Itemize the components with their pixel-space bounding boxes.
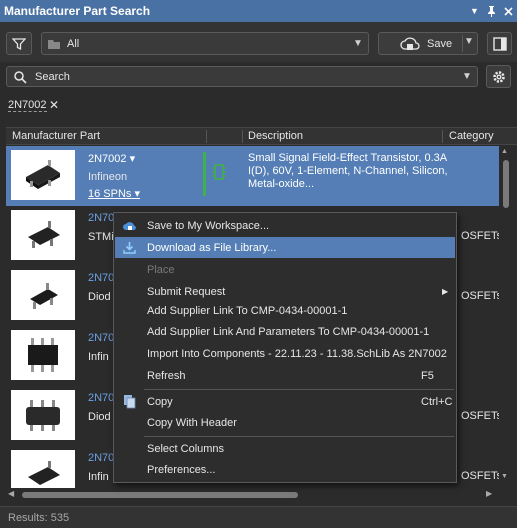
filter-tag-bar: 2N7002 ✕ bbox=[0, 96, 517, 116]
scroll-thumb[interactable] bbox=[22, 492, 298, 498]
part-number[interactable]: 2N70 bbox=[88, 272, 114, 284]
scroll-thumb[interactable] bbox=[503, 160, 509, 208]
column-manufacturer-part[interactable]: Manufacturer Part bbox=[12, 130, 100, 142]
workspace-cloud-icon bbox=[123, 222, 136, 230]
part-thumbnail bbox=[11, 150, 75, 200]
part-category: OSFETs bbox=[461, 230, 499, 242]
menu-item-copy-with-header[interactable]: Copy With Header bbox=[115, 412, 455, 433]
menu-separator bbox=[144, 389, 454, 390]
part-number[interactable]: 2N70 bbox=[88, 452, 114, 464]
part-category: OSFETs bbox=[461, 470, 499, 482]
shortcut-label: Ctrl+C bbox=[421, 395, 453, 408]
remove-tag-icon[interactable]: ✕ bbox=[49, 98, 59, 112]
part-category: OSFETs bbox=[461, 290, 499, 302]
toolbar: All ▼ Save ▼ bbox=[0, 22, 517, 62]
menu-item-place: Place bbox=[147, 263, 175, 276]
column-category[interactable]: Category bbox=[449, 130, 494, 142]
spn-count[interactable]: 16 SPNs ▾ bbox=[88, 187, 140, 200]
close-icon[interactable] bbox=[500, 0, 517, 22]
menu-item-preferences[interactable]: Preferences... bbox=[115, 459, 455, 480]
shortcut-label: F5 bbox=[421, 369, 434, 382]
menu-item-submit-request[interactable]: Submit Request ▶ bbox=[115, 281, 455, 302]
pin-icon[interactable] bbox=[483, 0, 500, 22]
settings-button[interactable] bbox=[486, 65, 511, 88]
menu-item-refresh[interactable]: Refresh F5 bbox=[115, 365, 455, 386]
manufacturer: Diod bbox=[88, 411, 111, 423]
menu-item-add-supplier-link[interactable]: Add Supplier Link To CMP-0434-00001-1 bbox=[115, 300, 455, 321]
part-thumbnail bbox=[11, 330, 75, 380]
part-thumbnail bbox=[11, 450, 75, 488]
save-button[interactable]: Save ▼ bbox=[378, 32, 478, 55]
download-icon bbox=[123, 242, 136, 254]
status-bar: Results: 535 bbox=[0, 506, 517, 528]
menu-item-copy[interactable]: Copy Ctrl+C bbox=[115, 391, 455, 412]
status-indicator bbox=[203, 152, 206, 196]
menu-separator bbox=[144, 436, 454, 437]
results-count: Results: 535 bbox=[8, 512, 70, 524]
context-menu: Save to My Workspace... Download as File… bbox=[113, 212, 457, 483]
chevron-down-icon[interactable]: ▼ bbox=[457, 71, 477, 82]
scroll-right-icon[interactable]: ▶ bbox=[486, 489, 492, 498]
table-row[interactable]: 2N7002 ▾ Infineon 16 SPNs ▾ Small Signal… bbox=[6, 146, 499, 206]
menu-item-import-into-components[interactable]: Import Into Components - 22.11.23 - 11.3… bbox=[115, 343, 455, 364]
filter-tag: 2N7002 bbox=[8, 99, 47, 112]
search-icon bbox=[14, 70, 27, 84]
gear-icon bbox=[492, 70, 505, 83]
save-dropdown-arrow-icon[interactable]: ▼ bbox=[464, 36, 474, 47]
cloud-save-icon bbox=[400, 37, 420, 50]
part-number[interactable]: 2N7002 ▾ bbox=[88, 152, 135, 165]
part-thumbnail bbox=[11, 270, 75, 320]
folder-icon bbox=[48, 39, 60, 49]
scroll-down-icon[interactable]: ▼ bbox=[501, 473, 508, 480]
part-number[interactable]: 2N70 bbox=[88, 392, 114, 404]
menu-item-download-file-library[interactable]: Download as File Library... bbox=[115, 237, 455, 258]
filter-button[interactable] bbox=[6, 32, 32, 55]
category-filter-dropdown[interactable]: All ▼ bbox=[41, 32, 369, 55]
menu-item-save-to-workspace[interactable]: Save to My Workspace... bbox=[115, 215, 455, 236]
part-number[interactable]: 2N70 bbox=[88, 212, 114, 224]
dropdown-arrow-icon[interactable]: ▼ bbox=[466, 0, 483, 22]
manufacturer: Diod bbox=[88, 291, 111, 303]
scroll-up-icon[interactable]: ▲ bbox=[501, 148, 508, 155]
category-filter-value: All bbox=[67, 37, 80, 50]
menu-item-select-columns[interactable]: Select Columns bbox=[115, 438, 455, 459]
manufacturer: Infineon bbox=[88, 171, 128, 183]
part-category: OSFETs bbox=[461, 410, 499, 422]
component-icon bbox=[212, 164, 226, 180]
save-label: Save bbox=[427, 37, 453, 50]
panel-titlebar: Manufacturer Part Search ▼ bbox=[0, 0, 517, 22]
manufacturer: STMi bbox=[88, 231, 114, 243]
part-description: Small Signal Field-Effect Transistor, 0.… bbox=[248, 152, 448, 190]
filter-icon bbox=[12, 37, 26, 50]
copy-icon bbox=[124, 395, 136, 409]
panel-layout-icon bbox=[492, 36, 507, 51]
column-header: Manufacturer Part Description Category bbox=[6, 127, 517, 145]
part-number[interactable]: 2N70 bbox=[88, 332, 114, 344]
search-input[interactable]: Search ▼ bbox=[6, 66, 478, 87]
manufacturer: Infin bbox=[88, 471, 109, 483]
horizontal-scrollbar[interactable]: ◀ ▶ bbox=[6, 489, 500, 501]
submenu-arrow-icon: ▶ bbox=[442, 287, 449, 296]
manufacturer: Infin bbox=[88, 351, 109, 363]
column-description[interactable]: Description bbox=[248, 130, 303, 142]
part-thumbnail bbox=[11, 390, 75, 440]
chevron-down-icon: ▼ bbox=[353, 38, 363, 49]
menu-item-add-supplier-link-parameters[interactable]: Add Supplier Link And Parameters To CMP-… bbox=[115, 321, 455, 342]
scroll-left-icon[interactable]: ◀ bbox=[8, 489, 14, 498]
panel-title: Manufacturer Part Search bbox=[4, 4, 151, 18]
search-placeholder: Search bbox=[35, 70, 70, 83]
toggle-panel-button[interactable] bbox=[487, 32, 512, 55]
vertical-scrollbar[interactable]: ▲ ▼ bbox=[500, 146, 512, 488]
part-thumbnail bbox=[11, 210, 75, 260]
